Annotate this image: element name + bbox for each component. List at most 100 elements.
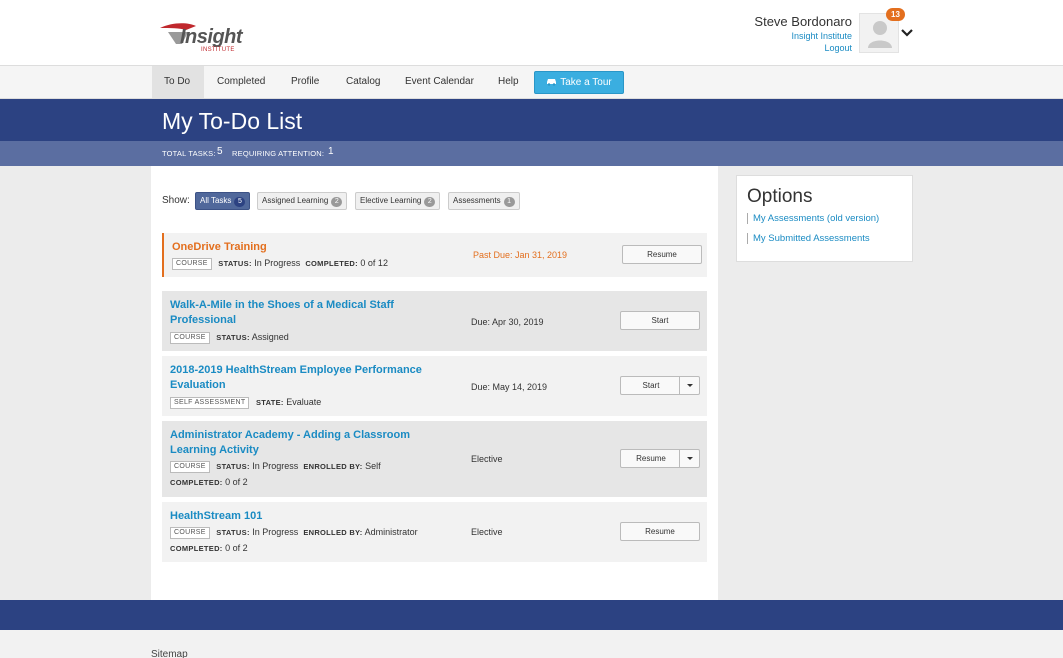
resume-split-button[interactable]: Resume: [620, 449, 700, 468]
filter-count: 2: [424, 197, 436, 207]
filter-label: Assigned Learning: [262, 196, 329, 205]
chevron-down-icon[interactable]: [901, 29, 913, 38]
total-tasks-label: TOTAL TASKS:: [162, 149, 216, 158]
requiring-attention-label: REQUIRING ATTENTION:: [232, 149, 325, 158]
footer: Sitemap: [0, 630, 1063, 658]
task-meta: SELF ASSESSMENT STATE: Evaluate: [170, 397, 321, 409]
task-row: OneDrive Training COURSE STATUS: In Prog…: [162, 233, 707, 277]
start-split-button[interactable]: Start: [620, 376, 700, 395]
state-value: Evaluate: [286, 397, 322, 407]
nav-to-do[interactable]: To Do: [152, 66, 204, 98]
task-row: 2018-2019 HealthStream Employee Performa…: [162, 356, 707, 416]
status-value: In Progress: [254, 258, 301, 268]
start-button[interactable]: Start: [620, 311, 700, 330]
logo-subtitle: INSTITUTE: [201, 47, 235, 53]
resume-button-label[interactable]: Resume: [621, 450, 681, 467]
filter-elective-learning[interactable]: Elective Learning 2: [355, 192, 441, 210]
task-due-date: Elective: [471, 454, 503, 464]
filter-count: 5: [234, 197, 246, 207]
task-due-date: Due: Apr 30, 2019: [471, 317, 544, 327]
resume-dropdown-toggle[interactable]: [679, 450, 699, 467]
nav-help[interactable]: Help: [486, 66, 531, 98]
tour-button-label: Take a Tour: [560, 77, 612, 88]
filter-assessments[interactable]: Assessments 1: [448, 192, 520, 210]
task-meta: COURSE STATUS: In Progress ENROLLED BY: …: [170, 461, 381, 473]
status-key: STATUS:: [218, 259, 252, 268]
filter-label: Assessments: [453, 196, 501, 205]
task-type-tag: SELF ASSESSMENT: [170, 397, 250, 409]
insight-institute-logo[interactable]: Insight INSTITUTE: [158, 16, 248, 56]
filter-all-tasks[interactable]: All Tasks 5: [195, 192, 251, 210]
task-row: HealthStream 101 COURSE STATUS: In Progr…: [162, 502, 707, 562]
logo-word: Insight: [180, 26, 243, 48]
task-row: Administrator Academy - Adding a Classro…: [162, 421, 707, 497]
nav-completed[interactable]: Completed: [205, 66, 277, 98]
task-type-tag: COURSE: [172, 258, 212, 270]
task-due-date: Elective: [471, 527, 503, 537]
start-button-label[interactable]: Start: [621, 377, 681, 394]
page-banner: My To-Do List: [0, 99, 1063, 141]
nav-catalog[interactable]: Catalog: [334, 66, 392, 98]
completed-key: COMPLETED:: [170, 544, 223, 553]
completed-value: 0 of 2: [225, 477, 248, 487]
task-meta: COURSE STATUS: In Progress COMPLETED: 0 …: [172, 258, 388, 270]
task-row: Walk-A-Mile in the Shoes of a Medical St…: [162, 291, 707, 351]
resume-button[interactable]: Resume: [622, 245, 702, 264]
status-value: In Progress: [252, 461, 299, 471]
sitemap-link[interactable]: Sitemap: [151, 649, 188, 658]
todo-list-panel: Show: All Tasks 5 Assigned Learning 2 Elec…: [151, 166, 718, 600]
my-submitted-assessments-link[interactable]: My Submitted Assessments: [747, 233, 870, 244]
options-panel: Options My Assessments (old version) My …: [736, 175, 913, 262]
requiring-attention-value: 1: [328, 146, 334, 157]
logout-link[interactable]: Logout: [824, 43, 852, 53]
top-header: Insight INSTITUTE Steve Bordonaro Insigh…: [0, 0, 1063, 66]
completed-key: COMPLETED:: [305, 259, 358, 268]
caret-down-icon: [687, 457, 693, 460]
resume-button[interactable]: Resume: [620, 522, 700, 541]
task-title-link[interactable]: OneDrive Training: [172, 240, 442, 255]
status-key: STATUS:: [216, 333, 250, 342]
options-title: Options: [747, 186, 813, 207]
task-meta-completed: COMPLETED: 0 of 2: [170, 477, 248, 487]
enrolled-by-value: Self: [365, 461, 381, 471]
filter-label: All Tasks: [200, 196, 232, 205]
task-meta: COURSE STATUS: In Progress ENROLLED BY: …: [170, 527, 418, 539]
task-due-date: Due: May 14, 2019: [471, 382, 548, 392]
filter-assigned-learning[interactable]: Assigned Learning 2: [257, 192, 348, 210]
completed-value: 0 of 12: [360, 258, 388, 268]
my-assessments-old-link[interactable]: My Assessments (old version): [747, 213, 879, 224]
nav-profile[interactable]: Profile: [279, 66, 331, 98]
completed-key: COMPLETED:: [170, 478, 223, 487]
task-stats-bar: TOTAL TASKS: 5 REQUIRING ATTENTION: 1: [0, 141, 1063, 166]
task-title-link[interactable]: HealthStream 101: [170, 509, 440, 524]
user-silhouette-icon: [868, 21, 892, 48]
status-key: STATUS:: [216, 528, 250, 537]
task-type-tag: COURSE: [170, 332, 210, 344]
task-title-link[interactable]: Walk-A-Mile in the Shoes of a Medical St…: [170, 298, 440, 328]
car-icon: [547, 78, 557, 86]
notification-badge[interactable]: 13: [886, 8, 905, 21]
nav-event-calendar[interactable]: Event Calendar: [393, 66, 486, 98]
start-dropdown-toggle[interactable]: [679, 377, 699, 394]
enrolled-by-key: ENROLLED BY:: [303, 528, 363, 537]
task-type-tag: COURSE: [170, 527, 210, 539]
filter-count: 1: [503, 197, 515, 207]
filter-count: 2: [331, 197, 343, 207]
state-key: STATE:: [255, 398, 284, 407]
status-value: In Progress: [252, 527, 299, 537]
page-title: My To-Do List: [162, 108, 303, 134]
main-nav: To Do Completed Profile Catalog Event Ca…: [0, 66, 1063, 99]
status-value: Assigned: [251, 332, 289, 342]
task-type-tag: COURSE: [170, 461, 210, 473]
filter-label: Elective Learning: [360, 196, 422, 205]
task-title-link[interactable]: 2018-2019 HealthStream Employee Performa…: [170, 363, 440, 393]
task-meta-completed: COMPLETED: 0 of 2: [170, 543, 248, 553]
task-meta: COURSE STATUS: Assigned: [170, 332, 289, 344]
org-link[interactable]: Insight Institute: [791, 31, 852, 41]
task-title-link[interactable]: Administrator Academy - Adding a Classro…: [170, 428, 440, 458]
show-label: Show:: [162, 195, 190, 206]
status-key: STATUS:: [216, 462, 250, 471]
caret-down-icon: [687, 384, 693, 387]
footer-band: [0, 600, 1063, 630]
take-a-tour-button[interactable]: Take a Tour: [534, 71, 624, 94]
